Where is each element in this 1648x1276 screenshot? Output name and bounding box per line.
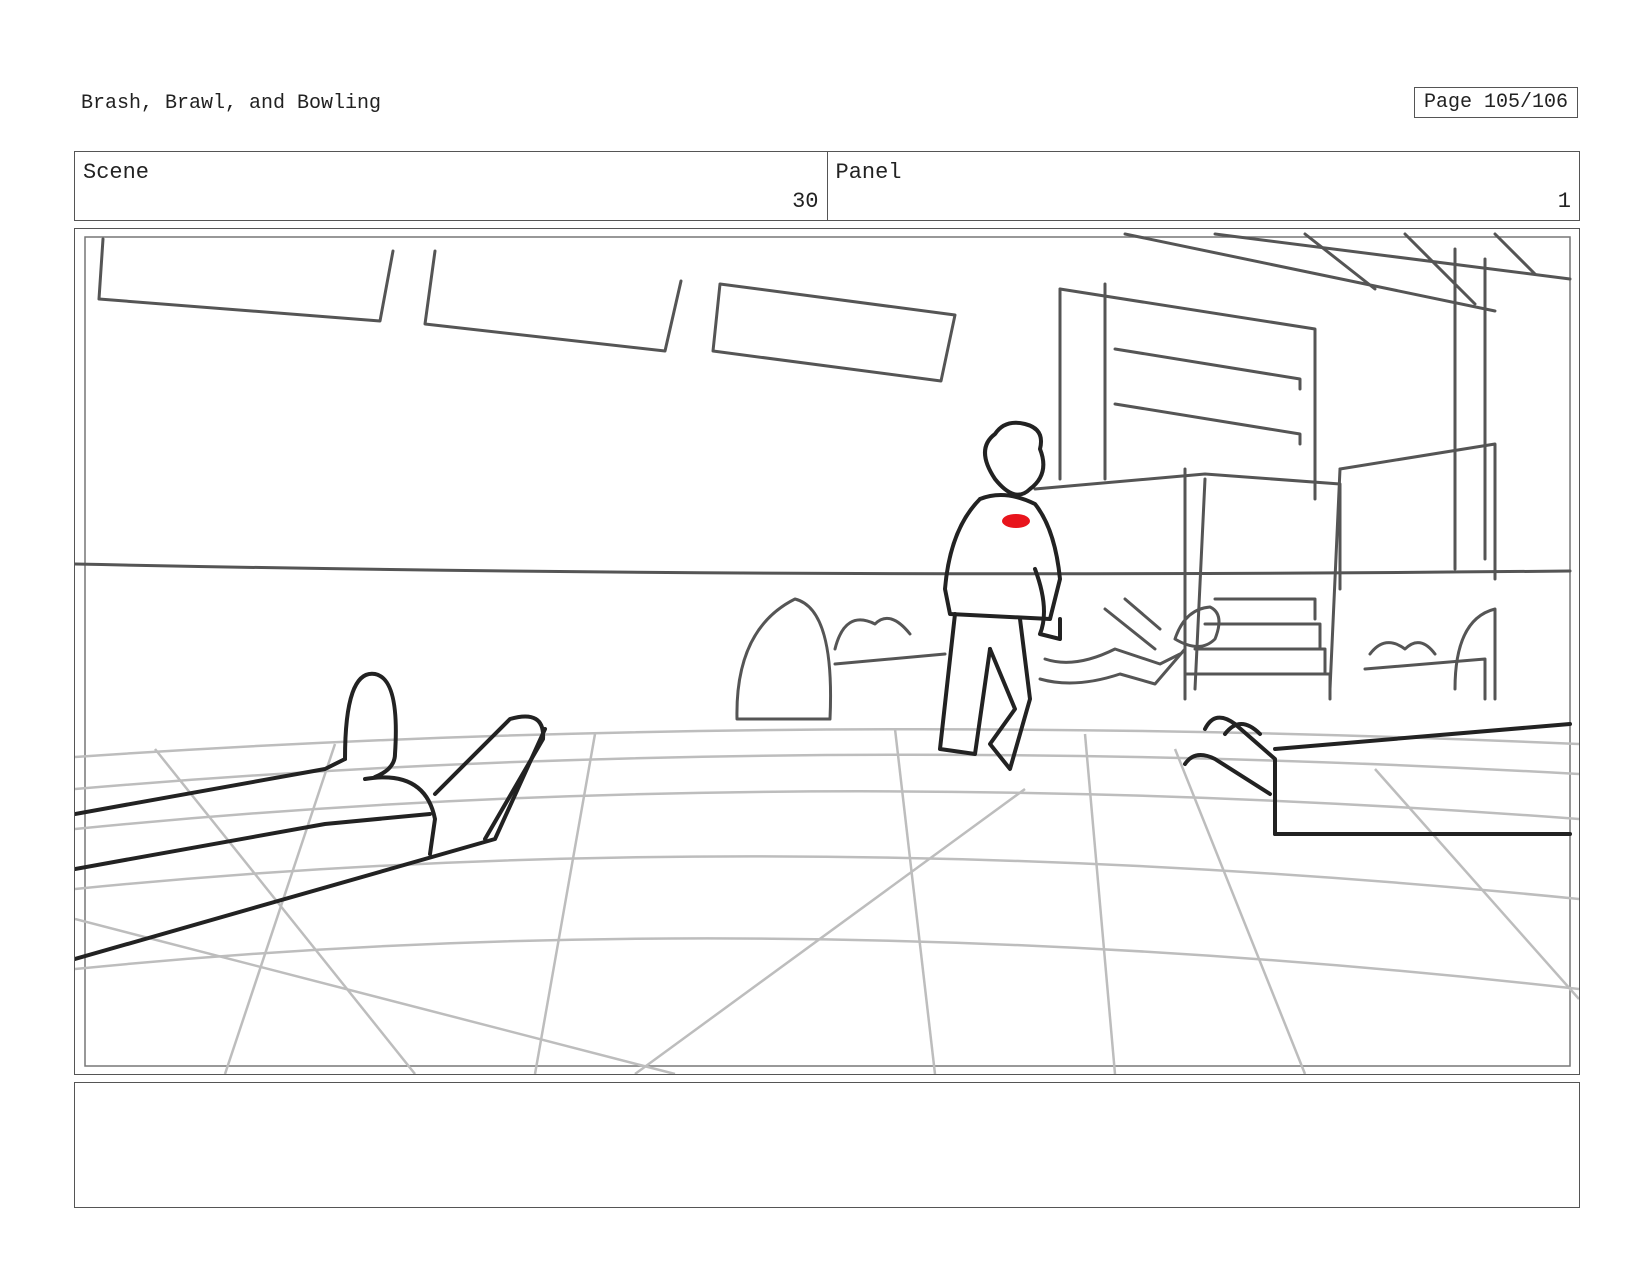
stairs xyxy=(1183,597,1332,701)
ceiling-grid xyxy=(1123,232,1572,313)
ceiling-lights xyxy=(97,237,957,383)
scene-number: 30 xyxy=(792,189,819,214)
panel-notes xyxy=(74,1082,1580,1208)
standing-character xyxy=(938,420,1062,771)
panel-label: Panel xyxy=(835,160,902,185)
floor-grid xyxy=(75,728,1579,1074)
storyboard-panel xyxy=(74,228,1580,1075)
ball-return-right xyxy=(1363,607,1497,701)
shelving-unit xyxy=(1033,247,1497,701)
panel-number: 1 xyxy=(1557,189,1571,214)
panel-cell: Panel 1 xyxy=(826,152,1580,220)
scene-panel-header: Scene 30 Panel 1 xyxy=(74,151,1580,221)
document-title: Brash, Brawl, and Bowling xyxy=(81,92,382,115)
page-indicator: Page 105/106 xyxy=(1414,87,1578,118)
foreground-legs-right xyxy=(1183,715,1572,836)
storyboard-sketch xyxy=(75,232,1579,1074)
ball-return-left xyxy=(735,597,947,721)
red-marker xyxy=(1002,514,1030,528)
scene-cell: Scene 30 xyxy=(75,152,827,220)
wall-floor-line xyxy=(75,562,1572,576)
scene-label: Scene xyxy=(83,160,150,185)
fallen-character xyxy=(1038,597,1221,686)
